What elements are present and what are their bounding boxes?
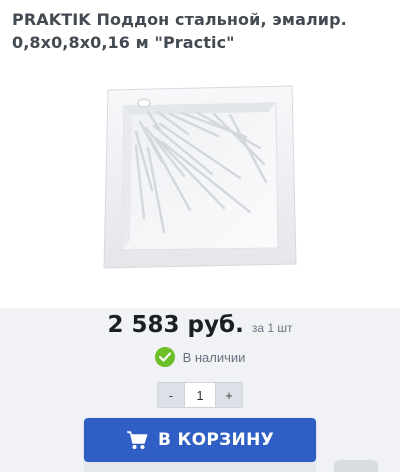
add-to-cart-button[interactable]: В КОРЗИНУ <box>84 418 316 462</box>
next-button-edge <box>84 462 316 472</box>
product-image[interactable] <box>100 82 300 272</box>
product-title-line-1: PRAKTIK Поддон стальной, эмалир. <box>12 10 347 29</box>
stock-status-label: В наличии <box>182 349 246 365</box>
scroll-to-top-button[interactable] <box>334 460 378 472</box>
quantity-decrease-button[interactable]: - <box>158 383 184 407</box>
price: 2 583 руб. <box>107 312 244 338</box>
quantity-increase-button[interactable]: + <box>216 383 242 407</box>
price-per-unit: за 1 шт <box>251 321 293 335</box>
quantity-stepper: - + <box>157 382 243 408</box>
add-to-cart-label: В КОРЗИНУ <box>157 430 275 450</box>
quantity-input[interactable] <box>184 383 216 407</box>
price-row: 2 583 руб. за 1 шт <box>0 312 400 344</box>
product-title-line-2: 0,8х0,8х0,16 м "Practic" <box>12 33 235 52</box>
cart-icon <box>126 431 148 449</box>
check-circle-icon <box>154 347 175 367</box>
product-title: PRAKTIK Поддон стальной, эмалир. 0,8х0,8… <box>12 8 392 54</box>
stock-status: В наличии <box>0 346 400 368</box>
